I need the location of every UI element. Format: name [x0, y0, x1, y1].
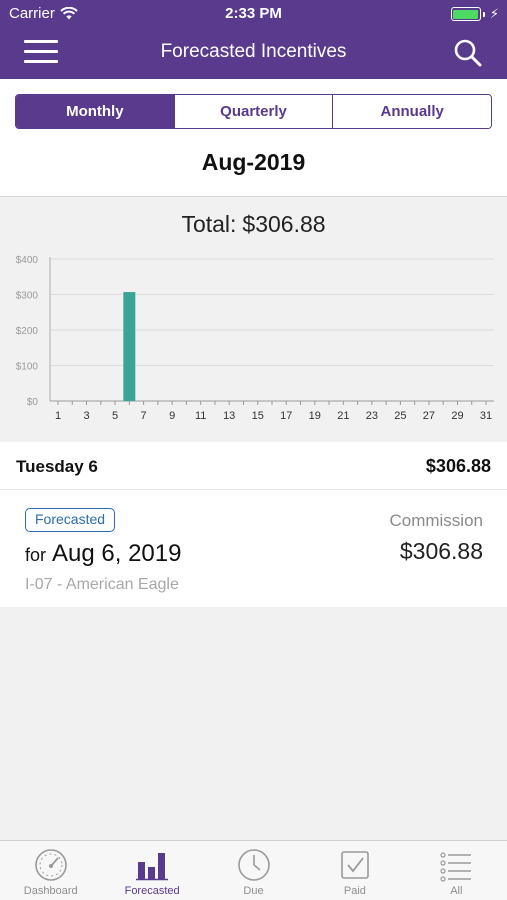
- x-tick-label: 23: [366, 410, 378, 422]
- day-label: Tuesday 6: [16, 457, 98, 476]
- for-label: for: [25, 545, 47, 565]
- y-tick-label: $0: [27, 397, 39, 408]
- day-amount: $306.88: [425, 456, 491, 476]
- incentive-date: for Aug 6, 2019: [25, 540, 181, 568]
- tab-all-label: All: [450, 885, 463, 897]
- x-tick-label: 15: [252, 410, 264, 422]
- x-tick-label: 27: [423, 410, 435, 422]
- x-tick-label: 5: [112, 410, 118, 422]
- search-button[interactable]: [453, 38, 483, 68]
- status-badge: Forecasted: [25, 508, 116, 532]
- x-tick-label: 9: [169, 410, 175, 422]
- day-summary-row: Tuesday 6 $306.88: [0, 442, 507, 490]
- app-header: Carrier 2:33 PM ⚡ Forecasted Incentives: [0, 0, 507, 79]
- page-title: Forecasted Incentives: [160, 41, 347, 62]
- period-panel: Monthly Quarterly Annually Aug-2019: [0, 79, 507, 197]
- period-segmented-control: Monthly Quarterly Annually: [15, 94, 492, 129]
- x-tick-label: 7: [141, 410, 147, 422]
- x-tick-label: 1: [55, 410, 61, 422]
- y-tick-label: $300: [16, 291, 39, 302]
- x-tick-label: 31: [480, 410, 492, 422]
- y-tick-label: $200: [16, 326, 39, 337]
- incentive-type: Commission: [389, 511, 483, 530]
- gauge-icon: [34, 849, 67, 881]
- charging-icon: ⚡: [489, 6, 499, 21]
- incentive-amount: $306.88: [399, 538, 483, 564]
- tab-bar: Dashboard Forecasted Due Paid All: [0, 840, 507, 900]
- x-tick-label: 3: [83, 410, 89, 422]
- x-tick-label: 29: [451, 410, 463, 422]
- x-tick-label: 13: [223, 410, 235, 422]
- segment-annually[interactable]: Annually: [332, 95, 491, 128]
- tab-dashboard[interactable]: Dashboard: [0, 841, 101, 900]
- bar-chart-icon: [136, 853, 169, 881]
- x-tick-label: 25: [394, 410, 406, 422]
- chart-panel: Total: $306.88 $0 $100 $200 $300 $400 1 3 5 7 9 11 1…: [0, 197, 507, 442]
- tab-forecasted-label: Forecasted: [124, 885, 180, 897]
- checkbox-icon: [341, 851, 369, 879]
- segment-monthly[interactable]: Monthly: [16, 95, 174, 128]
- incentive-item: I-07 - American Eagle: [25, 576, 179, 593]
- segment-quarterly[interactable]: Quarterly: [173, 95, 333, 128]
- status-bar: Carrier 2:33 PM ⚡: [0, 0, 507, 28]
- search-icon: [454, 39, 482, 67]
- date-value: Aug 6, 2019: [52, 540, 182, 567]
- x-tick-label: 21: [337, 410, 349, 422]
- clock-icon: [237, 849, 270, 881]
- incentive-bar-chart: $0$100$200$300$4001 3 5 7 9 11 13 15 17 19 21 23 25 2…: [16, 255, 494, 422]
- data-bar: [123, 292, 136, 401]
- tab-all[interactable]: All: [406, 841, 507, 900]
- period-label: Aug-2019: [201, 149, 306, 175]
- y-tick-label: $400: [16, 255, 39, 266]
- x-tick-label: 17: [280, 410, 292, 422]
- list-icon: [440, 852, 472, 882]
- tab-paid-label: Paid: [343, 885, 366, 897]
- tab-forecasted[interactable]: Forecasted: [101, 841, 202, 900]
- battery-icon: ⚡: [450, 6, 499, 22]
- tab-dashboard-label: Dashboard: [23, 885, 78, 897]
- x-tick-label: 19: [309, 410, 321, 422]
- tab-paid[interactable]: Paid: [304, 841, 405, 900]
- tab-due[interactable]: Due: [203, 841, 304, 900]
- x-tick-label: 11: [195, 410, 206, 422]
- incentive-card[interactable]: Forecasted for Aug 6, 2019 I-07 - America…: [0, 490, 507, 607]
- tab-due-label: Due: [243, 885, 264, 897]
- y-tick-label: $100: [16, 362, 39, 373]
- status-time: 2:33 PM: [225, 5, 282, 22]
